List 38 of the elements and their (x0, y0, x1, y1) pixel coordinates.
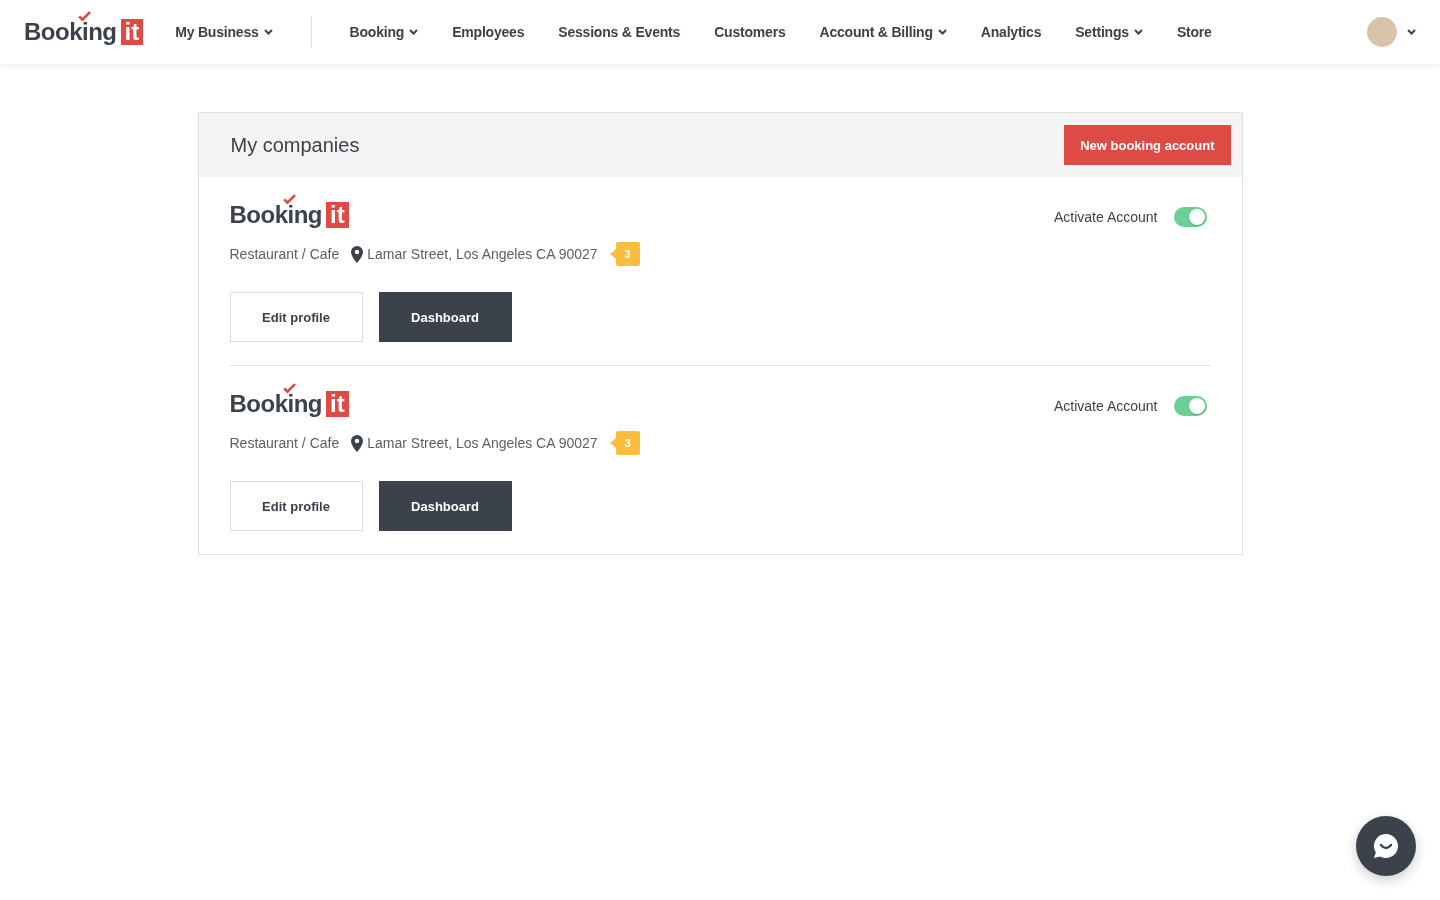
nav-link[interactable]: Store (1176, 24, 1212, 40)
nav-link[interactable]: Settings (1075, 24, 1143, 40)
dashboard-button[interactable]: Dashboard (378, 481, 512, 531)
edit-profile-button[interactable]: Edit profile (229, 292, 363, 342)
nav-link[interactable]: Customers (714, 24, 786, 40)
toggle-switch[interactable] (1173, 396, 1207, 416)
edit-profile-button[interactable]: Edit profile (229, 481, 363, 531)
logo-wordmark: Booking (229, 390, 322, 418)
category-text: Restaurant / Cafe (229, 435, 340, 451)
address-text: Lamar Street, Los Angeles CA 90027 (367, 246, 598, 262)
checkmark-icon (283, 383, 297, 394)
chat-bubble-icon (1373, 833, 1399, 859)
dashboard-button[interactable]: Dashboard (378, 292, 512, 342)
nav-link[interactable]: Sessions & Events (558, 24, 681, 40)
logo-wordmark: Booking (24, 18, 117, 46)
nav-link[interactable]: Account & Billing (819, 24, 947, 40)
nav-link[interactable]: Booking (349, 24, 419, 40)
nav-link[interactable]: My Business (175, 24, 273, 40)
new-account-button[interactable]: New booking account (1064, 125, 1231, 165)
logo-badge: it (326, 201, 349, 229)
avatar[interactable] (1367, 17, 1397, 47)
chat-button[interactable] (1356, 816, 1416, 876)
map-pin-icon (351, 245, 364, 263)
chevron-down-icon (1407, 29, 1416, 35)
address-text: Lamar Street, Los Angeles CA 90027 (367, 435, 598, 451)
panel-title: My companies (230, 133, 360, 157)
activate-label: Activate Account (1054, 209, 1158, 225)
logo-badge: it (120, 18, 144, 46)
nav-link[interactable]: Employees (452, 24, 525, 40)
checkmark-icon (77, 11, 91, 22)
category-text: Restaurant / Cafe (229, 246, 340, 262)
toggle-switch[interactable] (1173, 207, 1207, 227)
nav-link[interactable]: Analytics (980, 24, 1042, 40)
map-pin-icon (351, 434, 364, 452)
logo-badge: it (326, 390, 349, 418)
checkmark-icon (283, 194, 297, 205)
activate-label: Activate Account (1054, 398, 1158, 414)
logo-wordmark: Booking (229, 201, 322, 229)
